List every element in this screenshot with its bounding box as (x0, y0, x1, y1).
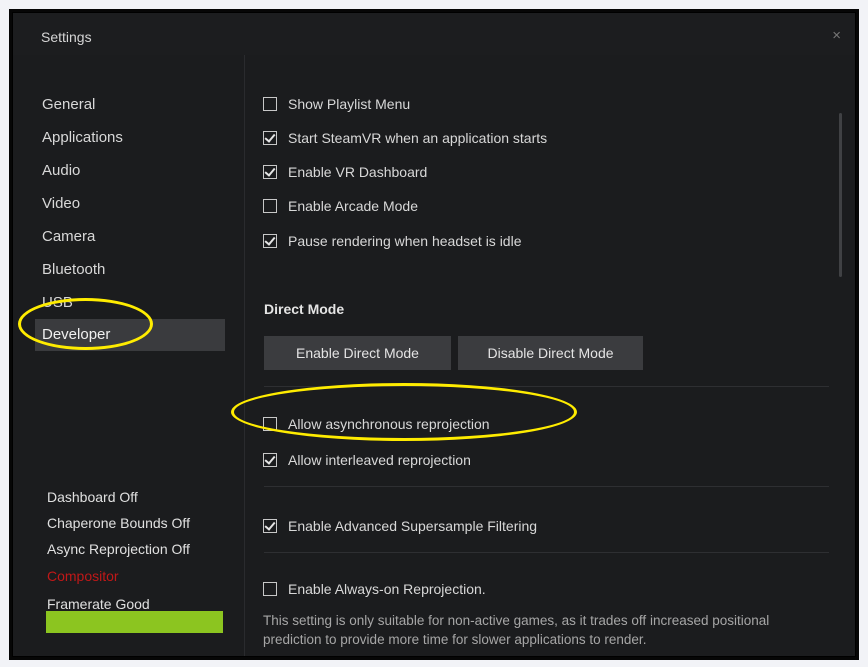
section-divider (264, 486, 829, 487)
checkbox-label: Enable Advanced Supersample Filtering (288, 518, 538, 534)
pause-rendering-checkbox[interactable]: Pause rendering when headset is idle (263, 230, 522, 252)
sidebar-item-usb[interactable]: USB (35, 287, 225, 319)
supersample-filtering-checkbox[interactable]: Enable Advanced Supersample Filtering (263, 515, 537, 537)
disable-direct-mode-button[interactable]: Disable Direct Mode (458, 336, 643, 370)
enable-arcade-mode-checkbox[interactable]: Enable Arcade Mode (263, 195, 418, 217)
checkbox-icon (263, 97, 277, 111)
section-divider (264, 386, 829, 387)
status-chaperone-bounds: Chaperone Bounds Off (47, 515, 190, 531)
checkbox-icon (263, 417, 277, 431)
scrollbar-thumb[interactable] (839, 113, 842, 277)
title-bar: Settings × (13, 13, 855, 55)
always-on-reprojection-checkbox[interactable]: Enable Always-on Reprojection. (263, 578, 486, 600)
status-dashboard: Dashboard Off (47, 489, 138, 505)
checkbox-checked-icon (263, 234, 277, 248)
checkbox-checked-icon (263, 453, 277, 467)
checkbox-label: Start SteamVR when an application starts (288, 130, 548, 146)
show-playlist-menu-checkbox[interactable]: Show Playlist Menu (263, 93, 410, 115)
enable-vr-dashboard-checkbox[interactable]: Enable VR Dashboard (263, 161, 427, 183)
checkbox-label: Enable Always-on Reprojection. (288, 581, 486, 597)
interleaved-reprojection-checkbox[interactable]: Allow interleaved reprojection (263, 449, 471, 471)
direct-mode-heading: Direct Mode (264, 301, 345, 317)
checkbox-checked-icon (263, 165, 277, 179)
status-async-reprojection: Async Reprojection Off (47, 541, 190, 557)
framerate-indicator-bar (46, 611, 223, 633)
checkbox-label: Allow interleaved reprojection (288, 452, 471, 468)
sidebar-item-bluetooth[interactable]: Bluetooth (35, 254, 225, 286)
sidebar-item-applications[interactable]: Applications (35, 122, 225, 154)
checkbox-checked-icon (263, 131, 277, 145)
sidebar-item-general[interactable]: General (35, 89, 225, 121)
status-compositor: Compositor (47, 568, 119, 584)
checkbox-icon (263, 582, 277, 596)
always-on-reprojection-description: This setting is only suitable for non-ac… (263, 613, 770, 647)
settings-window: Settings × General Applications Audio Vi… (12, 12, 856, 657)
status-framerate: Framerate Good (47, 596, 150, 612)
checkbox-label: Enable VR Dashboard (288, 164, 428, 180)
enable-direct-mode-button[interactable]: Enable Direct Mode (264, 336, 451, 370)
sidebar: General Applications Audio Video Camera … (13, 55, 241, 656)
checkbox-checked-icon (263, 519, 277, 533)
checkbox-label: Show Playlist Menu (288, 96, 411, 112)
checkbox-label: Enable Arcade Mode (288, 198, 418, 214)
checkbox-icon (263, 199, 277, 213)
section-divider (264, 552, 829, 553)
start-steamvr-checkbox[interactable]: Start SteamVR when an application starts (263, 127, 547, 149)
checkbox-label: Allow asynchronous reprojection (288, 416, 490, 432)
developer-settings-panel: Show Playlist Menu Start SteamVR when an… (245, 55, 855, 656)
sidebar-item-developer[interactable]: Developer (35, 319, 225, 351)
sidebar-item-audio[interactable]: Audio (35, 155, 225, 187)
window-title: Settings (41, 29, 92, 45)
sidebar-item-camera[interactable]: Camera (35, 221, 225, 253)
close-icon[interactable]: × (832, 27, 841, 44)
async-reprojection-checkbox[interactable]: Allow asynchronous reprojection (263, 413, 490, 435)
sidebar-item-video[interactable]: Video (35, 188, 225, 220)
checkbox-label: Pause rendering when headset is idle (288, 233, 522, 249)
